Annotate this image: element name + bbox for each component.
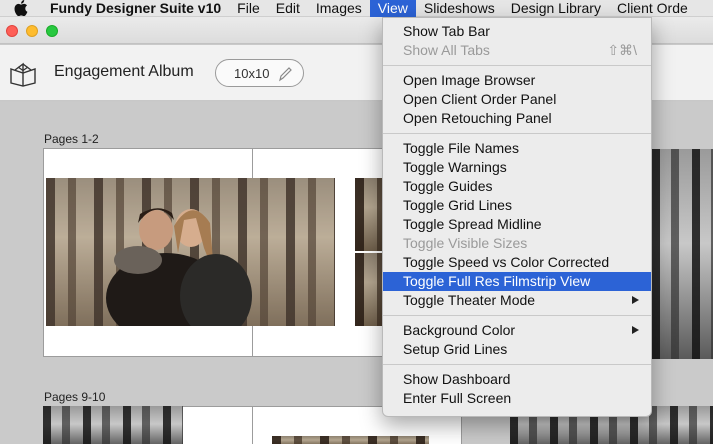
section-label-pages-9-10: Pages 9-10 bbox=[44, 390, 106, 404]
menu-item-label: Toggle Speed vs Color Corrected bbox=[403, 254, 610, 270]
menu-item-toggle-theater-mode[interactable]: Toggle Theater Mode bbox=[383, 291, 651, 310]
menu-item-toggle-grid-lines[interactable]: Toggle Grid Lines bbox=[383, 196, 651, 215]
menu-item-label: Setup Grid Lines bbox=[403, 341, 508, 357]
menu-item-label: Open Retouching Panel bbox=[403, 110, 552, 126]
spread2-photo[interactable] bbox=[272, 436, 429, 444]
menu-item-toggle-warnings[interactable]: Toggle Warnings bbox=[383, 158, 651, 177]
menu-item-show-all-tabs: Show All Tabs ⇧⌘\ bbox=[383, 41, 651, 60]
menu-item-label: Toggle Grid Lines bbox=[403, 197, 512, 213]
menu-edit[interactable]: Edit bbox=[268, 0, 308, 17]
menu-item-label: Toggle Spread Midline bbox=[403, 216, 542, 232]
book-icon[interactable] bbox=[8, 61, 38, 87]
zoom-window-button[interactable] bbox=[46, 25, 58, 37]
menu-item-show-tab-bar[interactable]: Show Tab Bar bbox=[383, 22, 651, 41]
album-title: Engagement Album bbox=[54, 63, 194, 80]
menu-item-label: Open Client Order Panel bbox=[403, 91, 557, 107]
menu-item-show-dashboard[interactable]: Show Dashboard bbox=[383, 370, 651, 389]
menu-design-library[interactable]: Design Library bbox=[503, 0, 609, 17]
menu-item-toggle-visible-sizes: Toggle Visible Sizes bbox=[383, 234, 651, 253]
menu-item-label: Toggle File Names bbox=[403, 140, 519, 156]
menu-item-toggle-spread-midline[interactable]: Toggle Spread Midline bbox=[383, 215, 651, 234]
menu-item-open-client-order-panel[interactable]: Open Client Order Panel bbox=[383, 90, 651, 109]
menu-item-setup-grid-lines[interactable]: Setup Grid Lines bbox=[383, 340, 651, 359]
menu-item-label: Toggle Visible Sizes bbox=[403, 235, 528, 251]
menu-item-label: Toggle Full Res Filmstrip View bbox=[403, 273, 591, 289]
keyboard-shortcut: ⇧⌘\ bbox=[607, 42, 637, 58]
menu-separator bbox=[383, 65, 651, 66]
menu-images[interactable]: Images bbox=[308, 0, 370, 17]
menu-item-toggle-guides[interactable]: Toggle Guides bbox=[383, 177, 651, 196]
couple-photo[interactable] bbox=[46, 178, 335, 326]
menu-item-label: Show Dashboard bbox=[403, 371, 511, 387]
pencil-icon bbox=[276, 65, 294, 83]
menu-item-label: Toggle Warnings bbox=[403, 159, 507, 175]
menu-item-toggle-full-res-filmstrip[interactable]: Toggle Full Res Filmstrip View bbox=[383, 272, 651, 291]
menu-item-enter-full-screen[interactable]: Enter Full Screen bbox=[383, 389, 651, 408]
menu-item-label: Enter Full Screen bbox=[403, 390, 512, 406]
app-menu[interactable]: Fundy Designer Suite v10 bbox=[50, 0, 229, 17]
submenu-arrow-icon bbox=[632, 326, 639, 334]
menu-slideshows[interactable]: Slideshows bbox=[416, 0, 503, 17]
view-menu-dropdown: Show Tab Bar Show All Tabs ⇧⌘\ Open Image… bbox=[382, 17, 652, 417]
menu-separator bbox=[383, 133, 651, 134]
album-size-button[interactable]: 10x10 bbox=[215, 59, 304, 87]
section-label-pages-1-2: Pages 1-2 bbox=[44, 132, 99, 146]
menu-separator bbox=[383, 315, 651, 316]
menu-item-label: Open Image Browser bbox=[403, 72, 536, 88]
menu-separator bbox=[383, 364, 651, 365]
menu-item-background-color[interactable]: Background Color bbox=[383, 321, 651, 340]
menu-client-order[interactable]: Client Orde bbox=[609, 0, 696, 17]
menu-bar: Fundy Designer Suite v10 File Edit Image… bbox=[0, 0, 713, 17]
album-size-value: 10x10 bbox=[234, 66, 270, 81]
menu-file[interactable]: File bbox=[229, 0, 268, 17]
menu-item-toggle-file-names[interactable]: Toggle File Names bbox=[383, 139, 651, 158]
menu-item-label: Show Tab Bar bbox=[403, 23, 490, 39]
menu-item-label: Toggle Theater Mode bbox=[403, 292, 536, 308]
menu-item-toggle-speed-vs-color[interactable]: Toggle Speed vs Color Corrected bbox=[383, 253, 651, 272]
submenu-arrow-icon bbox=[632, 296, 639, 304]
menu-item-label: Show All Tabs bbox=[403, 42, 490, 58]
menu-item-open-image-browser[interactable]: Open Image Browser bbox=[383, 71, 651, 90]
menu-view[interactable]: View bbox=[369, 0, 416, 17]
bw-forest-photo[interactable] bbox=[43, 406, 183, 444]
menu-item-open-retouching-panel[interactable]: Open Retouching Panel bbox=[383, 109, 651, 128]
close-window-button[interactable] bbox=[6, 25, 18, 37]
minimize-window-button[interactable] bbox=[26, 25, 38, 37]
apple-icon[interactable] bbox=[10, 0, 32, 16]
menu-item-label: Background Color bbox=[403, 322, 516, 338]
menu-item-label: Toggle Guides bbox=[403, 178, 493, 194]
forest-photo-right[interactable] bbox=[652, 149, 713, 359]
